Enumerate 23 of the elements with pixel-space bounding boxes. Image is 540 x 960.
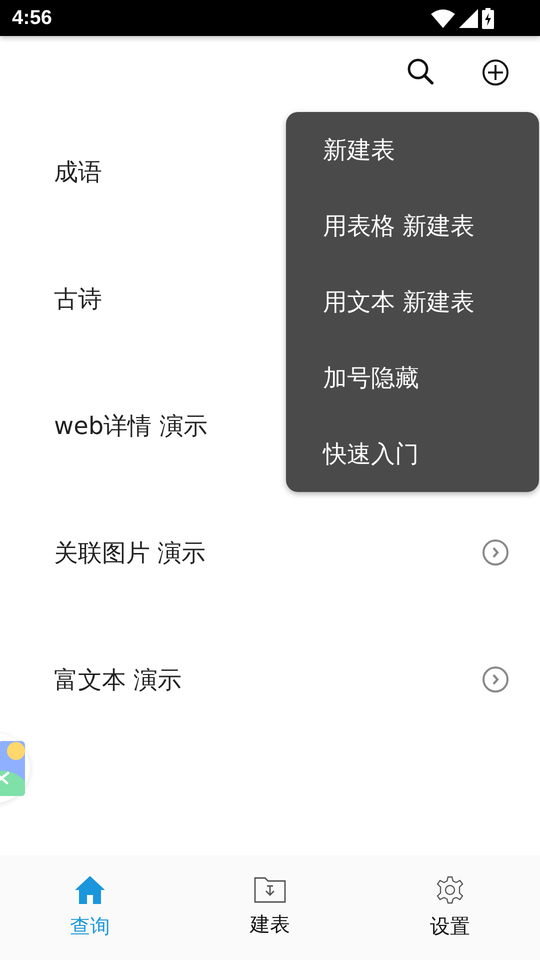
folder-icon: [254, 877, 286, 903]
list-item[interactable]: 成语: [54, 156, 102, 188]
clock-time: 4:56: [12, 6, 52, 30]
list-item[interactable]: 富文本 演示: [54, 664, 182, 696]
nav-tab[interactable]: 设置: [360, 855, 540, 960]
add-icon[interactable]: [482, 58, 509, 86]
wifi-icon: [431, 8, 455, 28]
menu-item[interactable]: 用表格 新建表: [286, 188, 539, 264]
list-item[interactable]: 关联图片 演示: [54, 536, 206, 568]
battery-icon: [482, 8, 494, 28]
chevron-icon[interactable]: [482, 539, 509, 566]
settings-icon: [435, 875, 465, 905]
menu-item[interactable]: 新建表: [286, 112, 539, 188]
menu-item[interactable]: 加号隐藏: [286, 340, 539, 416]
list-item[interactable]: web详情 演示: [54, 410, 208, 442]
chevron-icon[interactable]: [482, 666, 509, 693]
list-item[interactable]: 古诗: [54, 282, 102, 314]
search-icon[interactable]: [407, 58, 435, 86]
nav-tab[interactable]: 建表: [180, 855, 360, 960]
menu-item[interactable]: 快速入门: [286, 416, 539, 492]
menu-item[interactable]: 用文本 新建表: [286, 264, 539, 340]
signal-icon: [459, 8, 478, 28]
home-icon: [74, 875, 106, 905]
